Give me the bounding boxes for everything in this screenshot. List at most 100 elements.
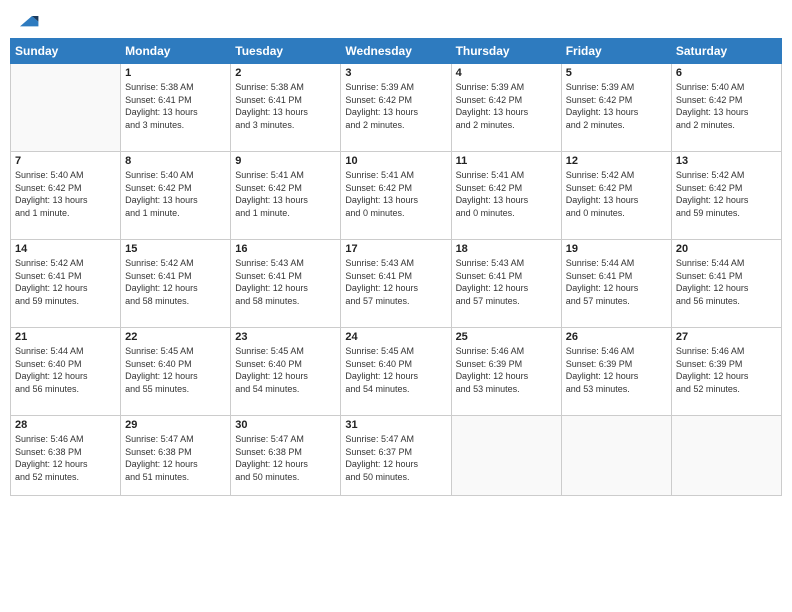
- day-info: Sunrise: 5:46 AM Sunset: 6:39 PM Dayligh…: [456, 345, 557, 395]
- day-number: 14: [15, 243, 116, 255]
- day-number: 2: [235, 67, 336, 79]
- calendar-day-cell: 2 Sunrise: 5:38 AM Sunset: 6:41 PM Daylig…: [231, 64, 341, 152]
- calendar-day-header: Monday: [121, 39, 231, 64]
- day-info: Sunrise: 5:47 AM Sunset: 6:38 PM Dayligh…: [125, 433, 226, 483]
- calendar-day-cell: 28 Sunrise: 5:46 AM Sunset: 6:38 PM Dayli…: [11, 416, 121, 496]
- calendar-day-cell: 3Sunrise: 5:39 AM Sunset: 6:42 PM Daylig…: [341, 64, 451, 152]
- day-number: 27: [676, 331, 777, 343]
- day-info: Sunrise: 5:38 AM Sunset: 6:41 PM Dayligh…: [125, 81, 226, 131]
- calendar-day-cell: 4 Sunrise: 5:39 AM Sunset: 6:42 PM Daylig…: [451, 64, 561, 152]
- day-number: 23: [235, 331, 336, 343]
- day-info: Sunrise: 5:38 AM Sunset: 6:41 PM Dayligh…: [235, 81, 336, 131]
- calendar-day-cell: 30 Sunrise: 5:47 AM Sunset: 6:38 PM Dayli…: [231, 416, 341, 496]
- day-info: Sunrise: 5:39 AM Sunset: 6:42 PM Dayligh…: [566, 81, 667, 131]
- calendar-day-cell: 23 Sunrise: 5:45 AM Sunset: 6:40 PM Dayli…: [231, 328, 341, 416]
- calendar-day-cell: 18 Sunrise: 5:43 AM Sunset: 6:41 PM Dayli…: [451, 240, 561, 328]
- calendar-day-cell: [451, 416, 561, 496]
- calendar-header-row: SundayMondayTuesdayWednesdayThursdayFrid…: [11, 39, 782, 64]
- calendar-day-cell: 9 Sunrise: 5:41 AM Sunset: 6:42 PM Daylig…: [231, 152, 341, 240]
- calendar-day-header: Saturday: [671, 39, 781, 64]
- calendar-week-row: 14 Sunrise: 5:42 AM Sunset: 6:41 PM Dayli…: [11, 240, 782, 328]
- day-number: 4: [456, 67, 557, 79]
- calendar-day-cell: 27 Sunrise: 5:46 AM Sunset: 6:39 PM Dayli…: [671, 328, 781, 416]
- day-info: Sunrise: 5:43 AM Sunset: 6:41 PM Dayligh…: [345, 257, 446, 307]
- day-number: 21: [15, 331, 116, 343]
- day-info: Sunrise: 5:40 AM Sunset: 6:42 PM Dayligh…: [15, 169, 116, 219]
- day-info: Sunrise: 5:41 AM Sunset: 6:42 PM Dayligh…: [235, 169, 336, 219]
- day-info: Sunrise: 5:45 AM Sunset: 6:40 PM Dayligh…: [235, 345, 336, 395]
- day-number: 7: [15, 155, 116, 167]
- day-info: Sunrise: 5:47 AM Sunset: 6:38 PM Dayligh…: [235, 433, 336, 483]
- calendar-day-cell: [671, 416, 781, 496]
- day-number: 31: [345, 419, 446, 431]
- calendar-day-cell: 8Sunrise: 5:40 AM Sunset: 6:42 PM Daylig…: [121, 152, 231, 240]
- day-number: 13: [676, 155, 777, 167]
- day-info: Sunrise: 5:46 AM Sunset: 6:39 PM Dayligh…: [676, 345, 777, 395]
- day-info: Sunrise: 5:46 AM Sunset: 6:38 PM Dayligh…: [15, 433, 116, 483]
- calendar-day-header: Tuesday: [231, 39, 341, 64]
- calendar-day-cell: 15Sunrise: 5:42 AM Sunset: 6:41 PM Dayli…: [121, 240, 231, 328]
- day-number: 8: [125, 155, 226, 167]
- logo: [14, 10, 40, 30]
- page-header: [10, 10, 782, 30]
- day-info: Sunrise: 5:41 AM Sunset: 6:42 PM Dayligh…: [456, 169, 557, 219]
- day-info: Sunrise: 5:42 AM Sunset: 6:42 PM Dayligh…: [566, 169, 667, 219]
- logo-icon: [16, 10, 40, 30]
- day-info: Sunrise: 5:42 AM Sunset: 6:41 PM Dayligh…: [15, 257, 116, 307]
- day-info: Sunrise: 5:45 AM Sunset: 6:40 PM Dayligh…: [125, 345, 226, 395]
- day-number: 18: [456, 243, 557, 255]
- calendar-day-cell: 1 Sunrise: 5:38 AM Sunset: 6:41 PM Daylig…: [121, 64, 231, 152]
- calendar-day-cell: 26Sunrise: 5:46 AM Sunset: 6:39 PM Dayli…: [561, 328, 671, 416]
- day-info: Sunrise: 5:43 AM Sunset: 6:41 PM Dayligh…: [235, 257, 336, 307]
- day-info: Sunrise: 5:44 AM Sunset: 6:41 PM Dayligh…: [566, 257, 667, 307]
- day-number: 17: [345, 243, 446, 255]
- day-number: 30: [235, 419, 336, 431]
- day-number: 10: [345, 155, 446, 167]
- calendar-day-cell: 31 Sunrise: 5:47 AM Sunset: 6:37 PM Dayli…: [341, 416, 451, 496]
- calendar-day-cell: 6 Sunrise: 5:40 AM Sunset: 6:42 PM Daylig…: [671, 64, 781, 152]
- day-number: 12: [566, 155, 667, 167]
- day-info: Sunrise: 5:39 AM Sunset: 6:42 PM Dayligh…: [456, 81, 557, 131]
- calendar-page: SundayMondayTuesdayWednesdayThursdayFrid…: [0, 0, 792, 612]
- day-number: 24: [345, 331, 446, 343]
- day-number: 26: [566, 331, 667, 343]
- calendar-day-header: Wednesday: [341, 39, 451, 64]
- day-number: 6: [676, 67, 777, 79]
- day-info: Sunrise: 5:44 AM Sunset: 6:40 PM Dayligh…: [15, 345, 116, 395]
- day-info: Sunrise: 5:41 AM Sunset: 6:42 PM Dayligh…: [345, 169, 446, 219]
- day-number: 19: [566, 243, 667, 255]
- calendar-day-cell: 10 Sunrise: 5:41 AM Sunset: 6:42 PM Dayli…: [341, 152, 451, 240]
- calendar-day-cell: 21 Sunrise: 5:44 AM Sunset: 6:40 PM Dayli…: [11, 328, 121, 416]
- day-info: Sunrise: 5:42 AM Sunset: 6:41 PM Dayligh…: [125, 257, 226, 307]
- calendar-day-cell: 12 Sunrise: 5:42 AM Sunset: 6:42 PM Dayli…: [561, 152, 671, 240]
- calendar-week-row: 7 Sunrise: 5:40 AM Sunset: 6:42 PM Daylig…: [11, 152, 782, 240]
- day-info: Sunrise: 5:47 AM Sunset: 6:37 PM Dayligh…: [345, 433, 446, 483]
- calendar-day-cell: [561, 416, 671, 496]
- day-number: 3: [345, 67, 446, 79]
- day-info: Sunrise: 5:40 AM Sunset: 6:42 PM Dayligh…: [676, 81, 777, 131]
- day-number: 29: [125, 419, 226, 431]
- day-number: 9: [235, 155, 336, 167]
- calendar-day-cell: 22 Sunrise: 5:45 AM Sunset: 6:40 PM Dayli…: [121, 328, 231, 416]
- day-info: Sunrise: 5:43 AM Sunset: 6:41 PM Dayligh…: [456, 257, 557, 307]
- calendar-day-cell: 17 Sunrise: 5:43 AM Sunset: 6:41 PM Dayli…: [341, 240, 451, 328]
- day-number: 22: [125, 331, 226, 343]
- calendar-week-row: 28 Sunrise: 5:46 AM Sunset: 6:38 PM Dayli…: [11, 416, 782, 496]
- day-number: 28: [15, 419, 116, 431]
- day-number: 1: [125, 67, 226, 79]
- calendar-day-cell: 24 Sunrise: 5:45 AM Sunset: 6:40 PM Dayli…: [341, 328, 451, 416]
- calendar-day-cell: 14 Sunrise: 5:42 AM Sunset: 6:41 PM Dayli…: [11, 240, 121, 328]
- calendar-day-cell: [11, 64, 121, 152]
- calendar-day-cell: 7 Sunrise: 5:40 AM Sunset: 6:42 PM Daylig…: [11, 152, 121, 240]
- day-number: 25: [456, 331, 557, 343]
- day-info: Sunrise: 5:42 AM Sunset: 6:42 PM Dayligh…: [676, 169, 777, 219]
- calendar-table: SundayMondayTuesdayWednesdayThursdayFrid…: [10, 38, 782, 496]
- calendar-day-cell: 25 Sunrise: 5:46 AM Sunset: 6:39 PM Dayli…: [451, 328, 561, 416]
- calendar-day-cell: 16Sunrise: 5:43 AM Sunset: 6:41 PM Dayli…: [231, 240, 341, 328]
- calendar-day-cell: 20Sunrise: 5:44 AM Sunset: 6:41 PM Dayli…: [671, 240, 781, 328]
- calendar-day-header: Friday: [561, 39, 671, 64]
- day-info: Sunrise: 5:45 AM Sunset: 6:40 PM Dayligh…: [345, 345, 446, 395]
- calendar-day-cell: 11Sunrise: 5:41 AM Sunset: 6:42 PM Dayli…: [451, 152, 561, 240]
- calendar-week-row: 21 Sunrise: 5:44 AM Sunset: 6:40 PM Dayli…: [11, 328, 782, 416]
- calendar-day-header: Sunday: [11, 39, 121, 64]
